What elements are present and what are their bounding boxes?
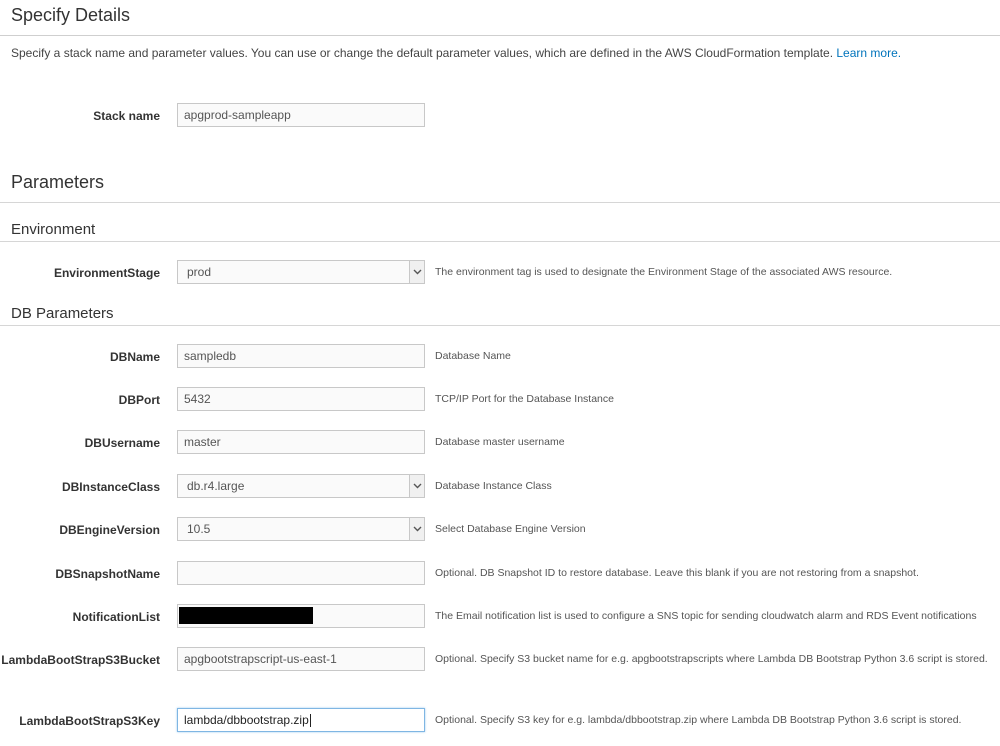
dbsnapshotname-help: Optional. DB Snapshot ID to restore data…	[435, 567, 919, 579]
dbname-help: Database Name	[435, 350, 511, 362]
dbport-help: TCP/IP Port for the Database Instance	[435, 393, 614, 405]
db-parameters-heading: DB Parameters	[11, 305, 114, 322]
dbusername-input[interactable]: master	[177, 430, 425, 454]
page-title: Specify Details	[11, 5, 131, 25]
db-parameters-divider	[0, 325, 1000, 326]
dbengineversion-help: Select Database Engine Version	[435, 523, 586, 535]
dbinstanceclass-label: DBInstanceClass	[61, 480, 160, 494]
lambda-s3-bucket-input[interactable]: apgbootstrapscript-us-east-1	[177, 647, 425, 671]
environment-stage-select[interactable]: prod	[177, 260, 425, 284]
dbusername-help: Database master username	[435, 436, 565, 448]
lambda-s3-key-help: Optional. Specify S3 key for e.g. lambda…	[435, 714, 962, 726]
lambda-s3-key-value: lambda/dbbootstrap.zip	[184, 713, 309, 727]
environment-stage-value: prod	[187, 265, 212, 279]
notificationlist-label: NotificationList	[72, 610, 160, 624]
dbinstanceclass-help: Database Instance Class	[435, 480, 552, 492]
environment-stage-help: The environment tag is used to designate…	[435, 266, 893, 278]
lambda-s3-bucket-label: LambdaBootStrapS3Bucket	[1, 653, 160, 667]
dbname-label: DBName	[109, 350, 160, 364]
environment-divider	[0, 241, 1000, 242]
notificationlist-input[interactable]	[177, 604, 425, 628]
chevron-down-icon[interactable]	[409, 261, 424, 283]
parameters-heading: Parameters	[11, 172, 105, 192]
parameters-divider	[0, 202, 1000, 203]
dbsnapshotname-input[interactable]	[177, 561, 425, 585]
notificationlist-help: The Email notification list is used to c…	[435, 610, 977, 622]
title-divider	[0, 35, 1000, 36]
environment-heading: Environment	[11, 221, 96, 238]
lambda-s3-key-input[interactable]: lambda/dbbootstrap.zip	[177, 708, 425, 732]
dbport-input[interactable]: 5432	[177, 387, 425, 411]
dbengineversion-select[interactable]: 10.5	[177, 517, 425, 541]
text-cursor	[309, 714, 311, 728]
intro-description: Specify a stack name and parameter value…	[11, 46, 834, 60]
chevron-down-icon[interactable]	[409, 475, 424, 497]
lambda-s3-key-label: LambdaBootStrapS3Key	[19, 714, 160, 728]
dbport-label: DBPort	[118, 393, 160, 407]
redacted-value	[179, 607, 313, 624]
learn-more-link[interactable]: Learn more.	[836, 46, 901, 60]
dbsnapshotname-label: DBSnapshotName	[55, 567, 160, 581]
stack-name-label: Stack name	[93, 109, 160, 123]
intro-text: Specify a stack name and parameter value…	[11, 46, 901, 60]
dbusername-label: DBUsername	[84, 436, 160, 450]
dbengineversion-value: 10.5	[187, 522, 211, 536]
dbengineversion-label: DBEngineVersion	[59, 523, 160, 537]
dbname-input[interactable]: sampledb	[177, 344, 425, 368]
dbinstanceclass-value: db.r4.large	[187, 479, 245, 493]
lambda-s3-bucket-help: Optional. Specify S3 bucket name for e.g…	[435, 653, 988, 665]
chevron-down-icon[interactable]	[409, 518, 424, 540]
stack-name-input[interactable]: apgprod-sampleapp	[177, 103, 425, 127]
environment-stage-label: EnvironmentStage	[53, 266, 160, 280]
dbinstanceclass-select[interactable]: db.r4.large	[177, 474, 425, 498]
